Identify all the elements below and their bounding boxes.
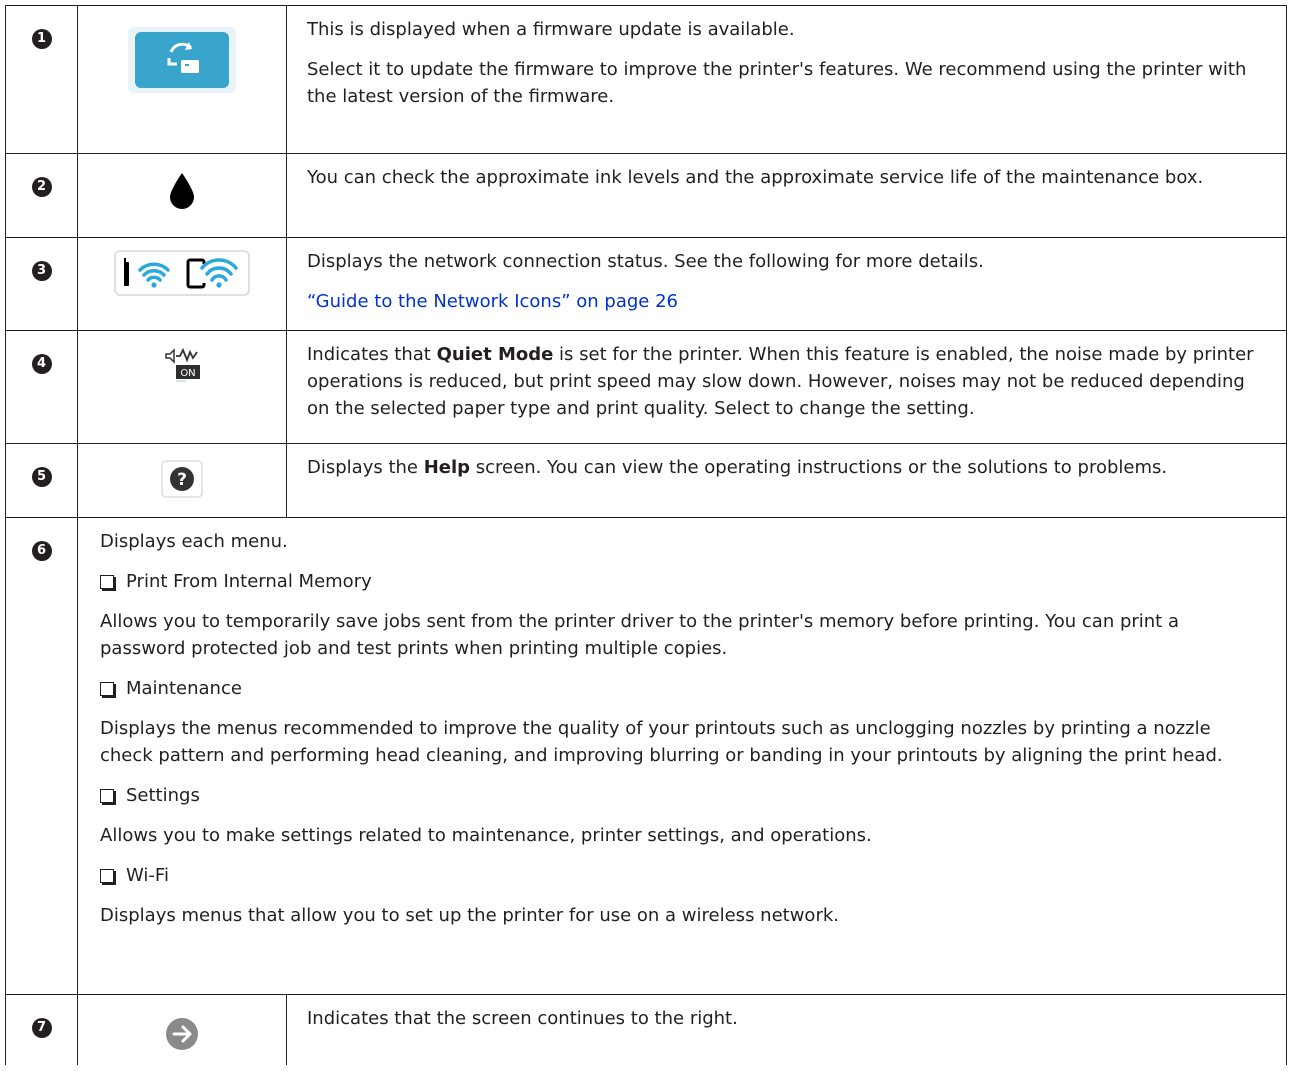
icon-description-table: 1 This is displayed when a firmware upda… bbox=[5, 5, 1287, 1065]
row-number-badge: 4 bbox=[31, 354, 52, 374]
menu-item-description: Displays menus that allow you to set up … bbox=[100, 905, 839, 926]
menu-item-print-from-internal-memory: Print From Internal Memory bbox=[100, 568, 1266, 595]
menu-item-wifi: Wi-Fi bbox=[100, 862, 1266, 889]
description-text: You can check the approximate ink levels… bbox=[307, 167, 1204, 188]
menu-intro-text: Displays each menu. bbox=[100, 531, 288, 552]
table-row: 3 Displays the network connection status… bbox=[5, 237, 1287, 331]
checkbox-bullet-icon bbox=[100, 788, 114, 803]
firmware-update-icon[interactable] bbox=[127, 26, 237, 94]
row-number-badge: 2 bbox=[31, 177, 52, 197]
svg-text:?: ? bbox=[177, 470, 187, 490]
wifi-status-icon[interactable] bbox=[114, 250, 250, 296]
row-number-badge: 7 bbox=[31, 1018, 52, 1038]
description-text: Displays the Help screen. You can view t… bbox=[307, 457, 1168, 478]
table-row: 1 This is displayed when a firmware upda… bbox=[5, 5, 1287, 154]
description-text: Indicates that Quiet Mode is set for the… bbox=[307, 344, 1254, 419]
row-number-badge: 6 bbox=[31, 541, 52, 561]
arrow-right-icon[interactable] bbox=[165, 1017, 199, 1051]
network-icons-link[interactable]: “Guide to the Network Icons” on page 26 bbox=[307, 288, 1266, 315]
table-row: 5 ? Displays the Help screen. You can vi… bbox=[5, 443, 1287, 518]
menu-item-description: Allows you to temporarily save jobs sent… bbox=[100, 611, 1179, 659]
description-text: Indicates that the screen continues to t… bbox=[307, 1008, 738, 1029]
description-text: Displays the network connection status. … bbox=[307, 251, 984, 272]
description-text: This is displayed when a firmware update… bbox=[307, 19, 795, 40]
menu-item-settings: Settings bbox=[100, 782, 1266, 809]
table-row: 7 Indicates that the screen continues to… bbox=[5, 994, 1287, 1065]
row-number-badge: 5 bbox=[31, 467, 52, 487]
row-number-badge: 1 bbox=[31, 29, 52, 49]
menu-item-description: Allows you to make settings related to m… bbox=[100, 825, 872, 846]
table-row: 2 You can check the approximate ink leve… bbox=[5, 153, 1287, 238]
ink-drop-icon[interactable] bbox=[169, 172, 195, 210]
checkbox-bullet-icon bbox=[100, 681, 114, 696]
quiet-mode-on-icon[interactable]: ON bbox=[162, 345, 202, 385]
help-icon[interactable]: ? bbox=[161, 460, 203, 498]
checkbox-bullet-icon bbox=[100, 868, 114, 883]
menu-item-description: Displays the menus recommended to improv… bbox=[100, 718, 1223, 766]
row-number-badge: 3 bbox=[31, 261, 52, 281]
svg-text:ON: ON bbox=[180, 368, 195, 379]
description-text: Select it to update the firmware to impr… bbox=[307, 59, 1247, 107]
checkbox-bullet-icon bbox=[100, 574, 114, 589]
table-row: 4 ON Indicates that Quiet Mode is set fo… bbox=[5, 330, 1287, 444]
menu-item-maintenance: Maintenance bbox=[100, 675, 1266, 702]
table-row: 6 Displays each menu. Print From Interna… bbox=[5, 517, 1287, 995]
